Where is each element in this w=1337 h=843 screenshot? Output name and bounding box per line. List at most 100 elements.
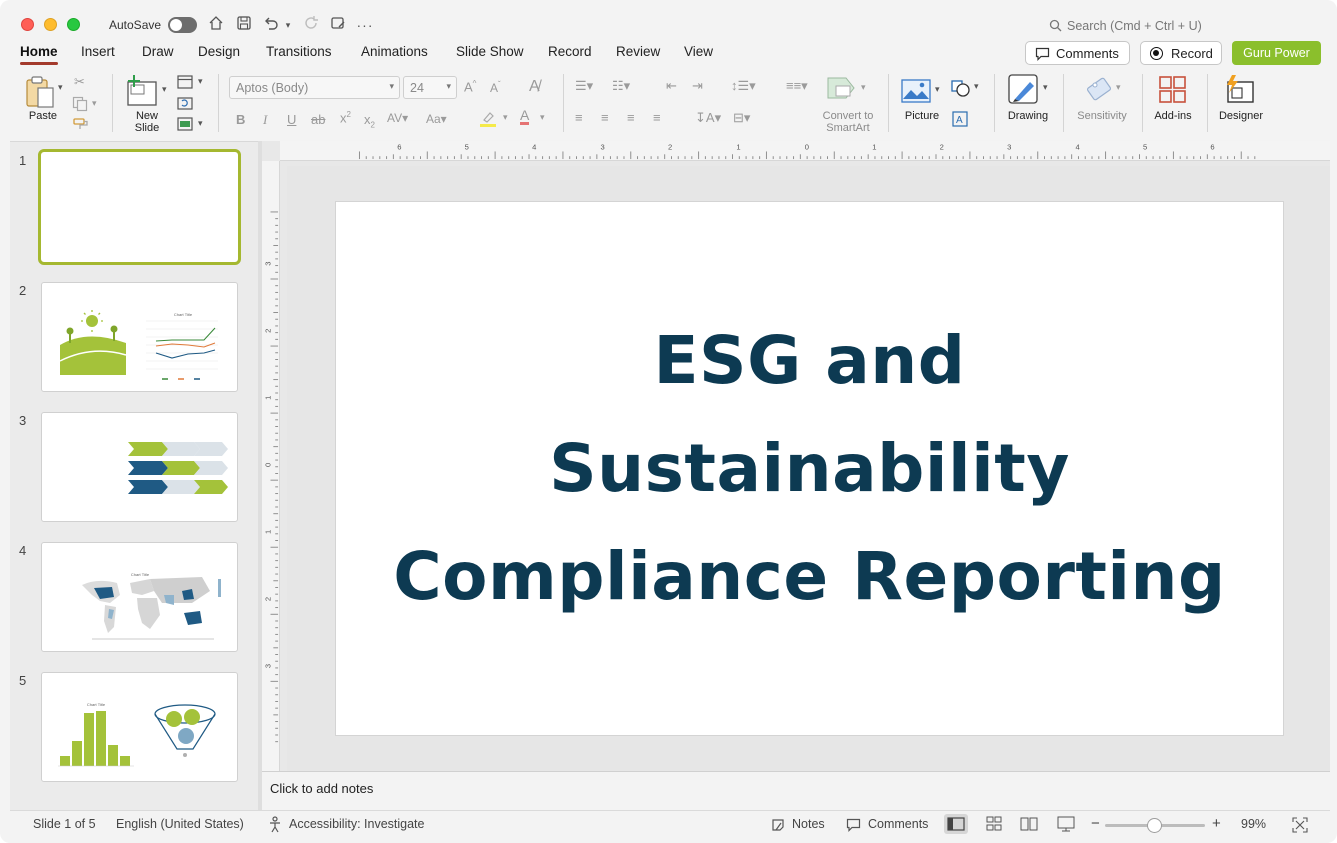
tab-record[interactable]: Record (548, 44, 592, 59)
text-box-icon[interactable]: A (952, 111, 968, 127)
new-slide-icon[interactable] (126, 74, 160, 108)
comments-toggle[interactable]: Comments (868, 817, 928, 831)
zoom-level[interactable]: 99% (1241, 817, 1266, 831)
comments-button[interactable]: Comments (1025, 41, 1130, 65)
slide-thumbnail-5[interactable]: Chart Title (41, 672, 238, 782)
columns-icon[interactable]: ≡≡▾ (786, 78, 808, 94)
sensitivity-icon[interactable] (1086, 74, 1116, 104)
change-case-icon[interactable]: Aa▾ (426, 112, 447, 126)
paste-icon[interactable] (25, 75, 57, 109)
line-spacing-icon[interactable]: ↕☰▾ (731, 78, 756, 94)
bullets-icon[interactable]: ☰▾ (575, 78, 593, 94)
redo-icon[interactable] (302, 15, 322, 35)
picture-dropdown-icon[interactable]: ▾ (935, 84, 940, 95)
slide-sorter-button[interactable] (982, 814, 1006, 834)
character-spacing-icon[interactable]: AV▾ (387, 111, 408, 125)
zoom-slider-thumb[interactable] (1147, 818, 1162, 833)
zoom-in-button[interactable]: + (1212, 815, 1221, 832)
close-window-button[interactable] (21, 18, 34, 31)
language-indicator[interactable]: English (United States) (116, 817, 244, 831)
autosave-toggle[interactable] (168, 17, 197, 33)
sensitivity-dropdown-icon[interactable]: ▾ (1116, 82, 1121, 93)
paste-dropdown-icon[interactable]: ▾ (58, 82, 63, 93)
designer-icon[interactable] (1224, 74, 1256, 106)
new-slide-dropdown-icon[interactable]: ▾ (162, 84, 167, 95)
section-icon[interactable] (177, 117, 193, 131)
tab-insert[interactable]: Insert (81, 44, 115, 59)
align-center-icon[interactable]: ≡ (601, 110, 609, 125)
more-options-icon[interactable]: ··· (355, 15, 375, 35)
home-icon[interactable] (206, 15, 226, 35)
decrease-font-size-icon[interactable]: Aˇ (490, 80, 501, 95)
slide-thumbnail-3[interactable] (41, 412, 238, 522)
highlight-color-icon[interactable] (479, 110, 499, 128)
guru-power-button[interactable]: Guru Power (1232, 41, 1321, 65)
align-left-icon[interactable]: ≡ (575, 110, 583, 125)
italic-icon[interactable]: I (263, 112, 267, 128)
reading-view-button[interactable] (1017, 814, 1041, 834)
slide-thumbnail-4[interactable]: Chart Title (41, 542, 238, 652)
tab-view[interactable]: View (684, 44, 713, 59)
copy-dropdown-icon[interactable]: ▾ (92, 98, 97, 109)
bold-icon[interactable]: B (236, 112, 245, 127)
copy-icon[interactable] (72, 96, 88, 112)
add-ins-icon[interactable] (1158, 75, 1188, 105)
font-size-select[interactable]: 24 ▾ (403, 76, 457, 99)
text-direction-icon[interactable]: ↧A▾ (695, 110, 721, 126)
slideshow-view-button[interactable] (1054, 814, 1078, 834)
align-text-icon[interactable]: ⊟▾ (733, 110, 750, 126)
notes-icon[interactable] (771, 818, 785, 832)
comments-status-icon[interactable] (846, 818, 861, 832)
record-button[interactable]: Record (1140, 41, 1222, 65)
cut-icon[interactable]: ✂ (74, 74, 85, 90)
drawing-dropdown-icon[interactable]: ▾ (1043, 82, 1048, 93)
notes-toggle[interactable]: Notes (792, 817, 825, 831)
format-painter-icon[interactable] (73, 117, 89, 131)
notes-pane[interactable]: Click to add notes (262, 771, 1330, 810)
minimize-window-button[interactable] (44, 18, 57, 31)
save-icon[interactable] (234, 15, 254, 35)
fit-to-window-icon[interactable] (1292, 817, 1308, 833)
slide-thumbnail-2[interactable]: Chart Title (41, 282, 238, 392)
layout-icon[interactable] (177, 75, 193, 89)
drawing-icon[interactable] (1008, 74, 1040, 106)
shapes-icon[interactable] (951, 80, 971, 98)
picture-icon[interactable] (901, 79, 931, 103)
customize-toolbar-icon[interactable] (328, 15, 348, 35)
tab-transitions[interactable]: Transitions (266, 44, 332, 59)
smartart-dropdown-icon[interactable]: ▾ (861, 82, 866, 93)
superscript-icon[interactable]: x2 (340, 110, 351, 125)
align-right-icon[interactable]: ≡ (627, 110, 635, 125)
font-color-dropdown-icon[interactable]: ▾ (540, 112, 545, 123)
tab-review[interactable]: Review (616, 44, 660, 59)
highlight-dropdown-icon[interactable]: ▾ (503, 112, 508, 123)
clear-formatting-icon[interactable]: A̸ (529, 78, 540, 96)
increase-indent-icon[interactable]: ⇥ (692, 78, 703, 94)
undo-icon[interactable] (261, 15, 281, 35)
justify-icon[interactable]: ≡ (653, 110, 661, 125)
font-color-icon[interactable]: A (520, 108, 530, 125)
layout-dropdown-icon[interactable]: ▾ (198, 76, 203, 87)
subscript-icon[interactable]: x2 (364, 112, 375, 130)
shapes-dropdown-icon[interactable]: ▾ (974, 81, 979, 92)
tab-design[interactable]: Design (198, 44, 240, 59)
font-name-select[interactable]: Aptos (Body) ▾ (229, 76, 400, 99)
smartart-icon[interactable] (826, 76, 858, 102)
zoom-window-button[interactable] (67, 18, 80, 31)
decrease-indent-icon[interactable]: ⇤ (666, 78, 677, 94)
numbering-icon[interactable]: ☷▾ (612, 78, 630, 94)
tab-slide-show[interactable]: Slide Show (456, 44, 524, 59)
zoom-out-button[interactable]: − (1091, 815, 1100, 832)
slide-title[interactable]: ESG and Sustainability Compliance Report… (336, 307, 1283, 631)
undo-dropdown-icon[interactable]: ▾ (281, 15, 295, 35)
underline-icon[interactable]: U (287, 112, 296, 127)
accessibility-icon[interactable] (267, 816, 283, 833)
slide-thumbnail-1[interactable] (38, 149, 241, 265)
tab-draw[interactable]: Draw (142, 44, 174, 59)
tab-animations[interactable]: Animations (361, 44, 428, 59)
tab-home[interactable]: Home (20, 44, 58, 65)
section-dropdown-icon[interactable]: ▾ (198, 118, 203, 129)
normal-view-button[interactable] (944, 814, 968, 834)
search-box[interactable]: Search (Cmd + Ctrl + U) (1040, 17, 1230, 37)
accessibility-status[interactable]: Accessibility: Investigate (289, 817, 424, 831)
